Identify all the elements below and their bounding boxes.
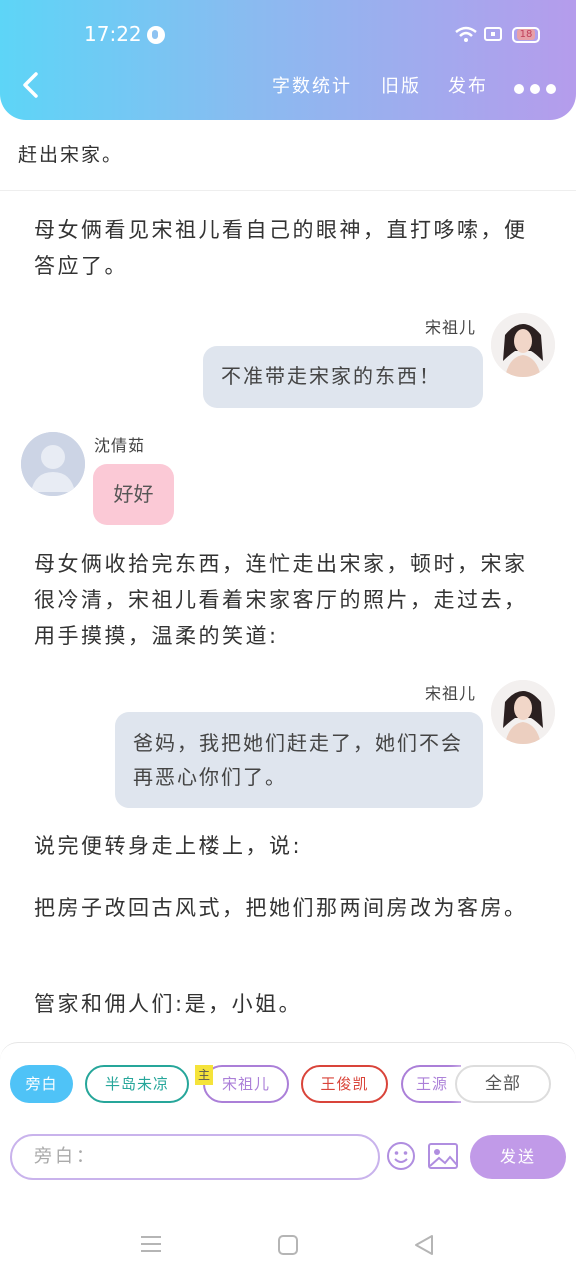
sim-icon	[484, 27, 502, 41]
send-button[interactable]: 发送	[470, 1135, 566, 1179]
role-chip[interactable]: 王俊凯	[301, 1065, 388, 1103]
role-chip[interactable]: 半岛未凉	[85, 1065, 189, 1103]
old-version-button[interactable]: 旧版	[381, 72, 421, 98]
message-bubble: 爸妈，我把她们赶走了，她们不会再恶心你们了。	[115, 712, 483, 808]
narration-paragraph: 把房子改回古风式，把她们那两间房改为客房。	[34, 896, 528, 920]
message-bubble: 不准带走宋家的东西！	[203, 346, 483, 408]
main-role-badge: 主	[195, 1065, 213, 1085]
role-chip[interactable]: 王源	[401, 1065, 461, 1103]
speaker-name: 宋祖儿	[425, 318, 477, 337]
more-icon[interactable]	[514, 79, 562, 98]
speaker-name: 宋祖儿	[425, 684, 477, 703]
avatar[interactable]	[21, 432, 85, 496]
back-nav-icon[interactable]	[413, 1234, 435, 1256]
role-chip-narrator[interactable]: 旁白	[10, 1065, 73, 1103]
battery-icon: 18	[512, 27, 540, 43]
message-input[interactable]: 旁白：	[10, 1134, 380, 1180]
narration-paragraph: 母女俩收拾完东西，连忙走出宋家，顿时，宋家很冷清，宋祖儿看着宋家客厅的照片，走过…	[34, 552, 528, 648]
narration-paragraph: 说完便转身走上楼上，说:	[34, 834, 303, 858]
role-chip[interactable]: 宋祖儿	[203, 1065, 289, 1103]
globe-icon	[147, 26, 165, 44]
status-time: 17:22	[84, 22, 142, 46]
word-count-button[interactable]: 字数统计	[272, 72, 352, 98]
image-icon[interactable]	[427, 1142, 459, 1170]
message-bubble: 好好	[93, 464, 174, 525]
narration-paragraph: 母女俩看见宋祖儿看自己的眼神，直打哆嗦，便答应了。	[34, 218, 528, 278]
emoji-icon[interactable]	[386, 1141, 416, 1171]
avatar-portrait-icon	[491, 680, 555, 744]
previous-text-line: 赶出宋家。	[18, 144, 124, 166]
wifi-icon	[455, 26, 477, 42]
home-icon[interactable]	[277, 1234, 299, 1256]
battery-level: 18	[517, 29, 535, 40]
avatar[interactable]	[491, 313, 555, 377]
publish-button[interactable]: 发布	[448, 72, 488, 98]
divider	[0, 190, 576, 191]
avatar-portrait-icon	[491, 313, 555, 377]
default-avatar-icon	[21, 432, 85, 496]
menu-icon[interactable]	[140, 1234, 162, 1254]
avatar[interactable]	[491, 680, 555, 744]
header-bar: 17:22 18 字数统计 旧版 发布	[0, 0, 576, 120]
narration-paragraph: 管家和佣人们:是，小姐。	[34, 992, 303, 1016]
speaker-name: 沈倩茹	[94, 436, 146, 455]
all-roles-button[interactable]: 全部	[455, 1065, 551, 1103]
back-icon[interactable]	[18, 70, 44, 100]
